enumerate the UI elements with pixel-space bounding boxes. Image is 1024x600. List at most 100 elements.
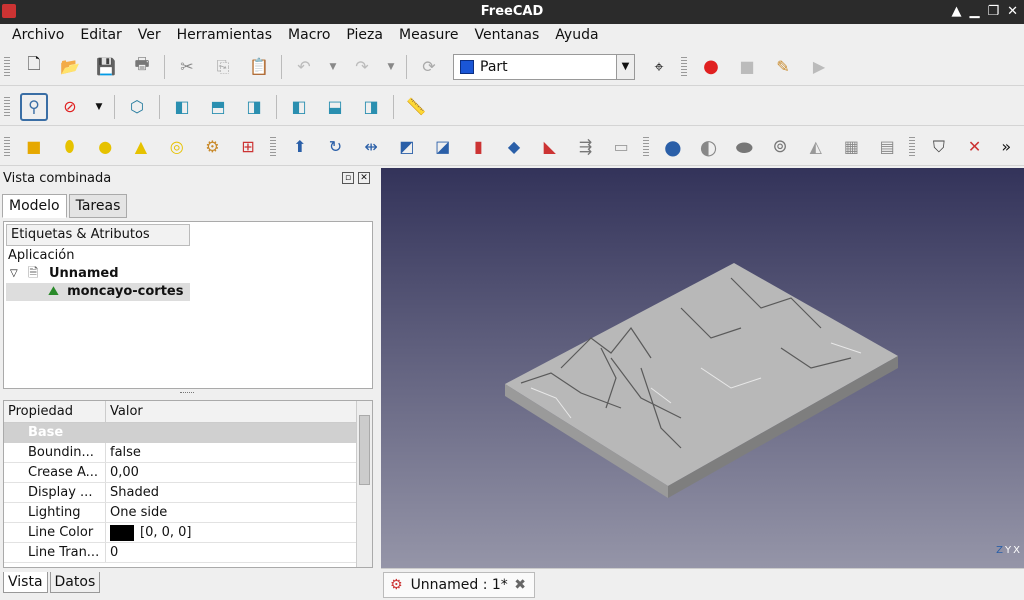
prop-value[interactable]: 0 (106, 543, 372, 562)
close-panel-icon[interactable]: ✕ (358, 172, 370, 184)
bottom-view-icon[interactable]: ⬓ (321, 93, 349, 121)
thickness-icon[interactable]: ▤ (873, 133, 901, 161)
sweep-icon[interactable]: ⇶ (572, 133, 600, 161)
scrollbar-thumb[interactable] (359, 415, 370, 485)
left-view-icon[interactable]: ◨ (357, 93, 385, 121)
more-tools-chevron-icon[interactable]: » (992, 133, 1020, 161)
extrude-icon[interactable]: ⬆ (286, 133, 314, 161)
tree-document-item[interactable]: Unnamed (49, 265, 119, 283)
tree-object-row[interactable]: ⛰ moncayo-cortes (6, 283, 190, 301)
toolbar-grip[interactable] (4, 136, 10, 157)
attachment-icon[interactable]: ⛉ (925, 133, 953, 161)
right-view-icon[interactable]: ◨ (240, 93, 268, 121)
cylinder-icon[interactable]: ⬮ (56, 133, 84, 161)
mirror-icon[interactable]: ⇹ (357, 133, 385, 161)
save-icon[interactable]: 💾 (92, 53, 120, 81)
prop-row[interactable]: Lighting One side (4, 503, 372, 523)
menu-macro[interactable]: Macro (280, 24, 338, 46)
common-icon[interactable]: ⊚ (766, 133, 794, 161)
toolbar-grip[interactable] (681, 56, 687, 77)
rear-view-icon[interactable]: ◧ (285, 93, 313, 121)
redo-dropdown-icon[interactable]: ▼ (384, 53, 398, 81)
edit-macro-icon[interactable]: ✎ (769, 53, 797, 81)
toolbar-grip[interactable] (4, 56, 10, 77)
fillet-icon[interactable]: ◩ (393, 133, 421, 161)
prop-value[interactable]: Shaded (106, 483, 372, 502)
cone-icon[interactable]: ▲ (127, 133, 155, 161)
defeaturing-icon[interactable]: ▦ (838, 133, 866, 161)
copy-icon[interactable]: ⎘ (209, 53, 237, 81)
prop-group-base[interactable]: Base (4, 423, 372, 443)
loft-icon[interactable]: ◣ (536, 133, 564, 161)
ruled-surface-icon[interactable]: ◆ (500, 133, 528, 161)
cut-boolean-icon[interactable]: ◐ (695, 133, 723, 161)
chamfer-icon[interactable]: ◪ (429, 133, 457, 161)
prop-row[interactable]: Crease A... 0,00 (4, 463, 372, 483)
undo-dropdown-icon[interactable]: ▼ (326, 53, 340, 81)
chevron-down-icon[interactable]: ▼ (616, 54, 634, 79)
cut-icon[interactable]: ✂ (173, 53, 201, 81)
fuse-icon[interactable]: ⬬ (730, 133, 758, 161)
prop-header-name[interactable]: Propiedad (4, 401, 106, 422)
undo-icon[interactable]: ↶ (290, 53, 318, 81)
menu-ayuda[interactable]: Ayuda (547, 24, 606, 46)
paste-icon[interactable]: 📋 (245, 53, 273, 81)
menu-archivo[interactable]: Archivo (4, 24, 72, 46)
prop-value[interactable]: 0,00 (106, 463, 372, 482)
run-macro-icon[interactable]: ▶ (805, 53, 833, 81)
measure-distance-icon[interactable]: 📏 (402, 93, 430, 121)
stop-macro-icon[interactable]: ■ (733, 53, 761, 81)
prop-row[interactable]: Line Tran... 0 (4, 543, 372, 563)
3d-viewport[interactable]: ZYX (381, 168, 1024, 568)
draw-style-icon[interactable]: ⊘ (56, 93, 84, 121)
workbench-selector[interactable]: Part ▼ (453, 53, 635, 80)
prop-value[interactable]: false (106, 443, 372, 462)
front-view-icon[interactable]: ◧ (168, 93, 196, 121)
open-folder-icon[interactable]: 📂 (56, 53, 84, 81)
whats-this-icon[interactable]: ⌖ (645, 53, 673, 81)
prop-row[interactable]: Boundin... false (4, 443, 372, 463)
expand-arrow-icon[interactable]: ▽ (10, 265, 18, 283)
tab-tareas[interactable]: Tareas (68, 194, 128, 218)
document-tab[interactable]: ⚙ Unnamed : 1* ✖ (383, 572, 535, 598)
property-scrollbar[interactable] (356, 401, 372, 567)
menu-measure[interactable]: Measure (391, 24, 467, 46)
menu-ventanas[interactable]: Ventanas (466, 24, 547, 46)
revolve-icon[interactable]: ↻ (322, 133, 350, 161)
record-macro-icon[interactable]: ● (697, 53, 725, 81)
box-icon[interactable]: ■ (20, 133, 48, 161)
prop-value[interactable]: [0, 0, 0] (106, 523, 372, 542)
draw-style-dropdown-icon[interactable]: ▼ (92, 93, 106, 121)
close-icon[interactable]: ✕ (1007, 0, 1018, 24)
toolbar-grip[interactable] (643, 136, 650, 157)
tree-header[interactable]: Etiquetas & Atributos (6, 224, 190, 246)
isometric-view-icon[interactable]: ⬡ (123, 93, 151, 121)
top-view-icon[interactable]: ⬒ (204, 93, 232, 121)
toolbar-grip[interactable] (4, 96, 10, 117)
close-tab-icon[interactable]: ✖ (514, 577, 526, 593)
sphere-icon[interactable]: ● (91, 133, 119, 161)
prop-header-value[interactable]: Valor (106, 401, 372, 422)
menu-ver[interactable]: Ver (130, 24, 169, 46)
terrain-model[interactable] (381, 168, 1024, 568)
prop-row[interactable]: Line Color [0, 0, 0] (4, 523, 372, 543)
tab-vista[interactable]: Vista (3, 572, 48, 593)
menu-editar[interactable]: Editar (72, 24, 129, 46)
torus-icon[interactable]: ◎ (163, 133, 191, 161)
section-icon[interactable]: ▭ (607, 133, 635, 161)
maximize-up-icon[interactable]: ▲ (951, 0, 961, 24)
tab-modelo[interactable]: Modelo (2, 194, 67, 218)
toolbar-grip[interactable] (269, 136, 276, 157)
shape-builder-icon[interactable]: ⊞ (234, 133, 262, 161)
offset-icon[interactable]: ✕ (961, 133, 989, 161)
prop-value[interactable]: One side (106, 503, 372, 522)
tab-datos[interactable]: Datos (49, 572, 101, 593)
splitter-handle[interactable] (180, 392, 194, 394)
make-face-icon[interactable]: ▮ (465, 133, 493, 161)
restore-icon[interactable]: ❐ (987, 0, 999, 24)
fit-all-icon[interactable]: ⚲ (20, 92, 48, 121)
menu-herramientas[interactable]: Herramientas (169, 24, 280, 46)
primitives-icon[interactable]: ⚙ (199, 133, 227, 161)
redo-icon[interactable]: ↷ (348, 53, 376, 81)
minimize-icon[interactable]: ▁ (969, 0, 979, 24)
